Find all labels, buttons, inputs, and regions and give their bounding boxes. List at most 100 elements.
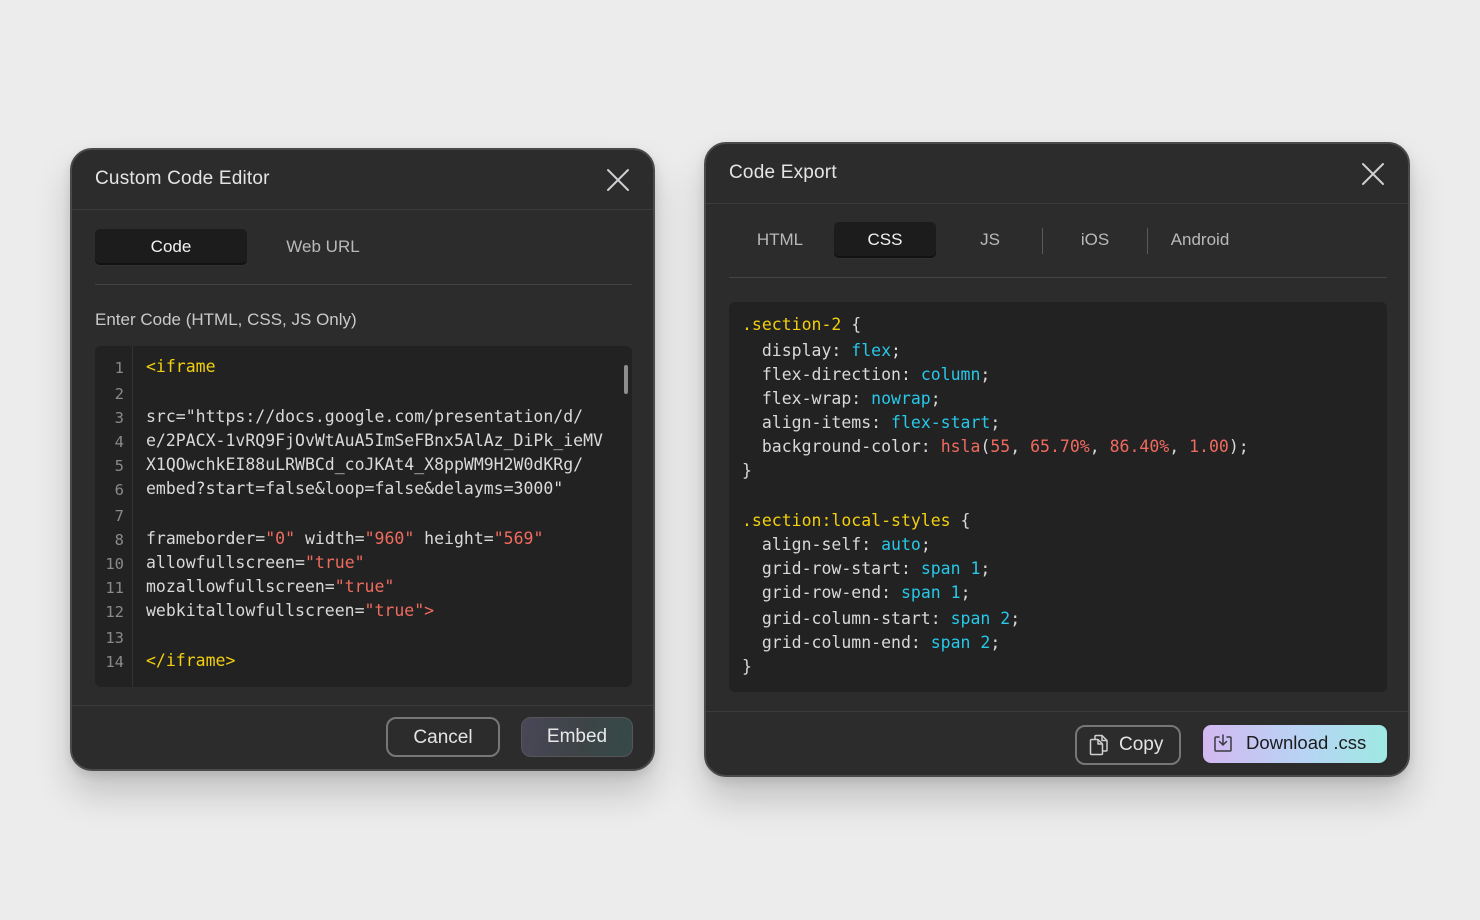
code-token: ;	[930, 389, 941, 408]
code-line: .section:local-styles {	[742, 511, 971, 530]
code-token: allowfullscreen=	[146, 553, 305, 572]
code-token: background-color:	[742, 437, 941, 456]
code-token: frameborder=	[146, 529, 266, 548]
code-token: flex-wrap:	[742, 389, 872, 408]
tab-web-url[interactable]: Web URL	[247, 229, 399, 265]
cancel-button[interactable]: Cancel	[386, 717, 500, 757]
code-scrollbar[interactable]	[624, 365, 628, 394]
custom-code-editor-dialog: Custom Code Editor Code Web URL Enter Co…	[70, 148, 655, 771]
download-css-button[interactable]: Download .css	[1203, 725, 1387, 763]
code-line: align-self: auto;	[742, 535, 931, 554]
line-number: 3	[114, 409, 124, 427]
code-token: width=	[295, 529, 365, 548]
code-token: 65.70%	[1030, 437, 1090, 456]
download-icon	[1214, 734, 1232, 752]
line-number: 10	[105, 555, 124, 573]
code-line: src="https://docs.google.com/presentatio…	[146, 407, 583, 426]
code-token: );	[1228, 437, 1249, 456]
code-token: align-self:	[742, 535, 882, 554]
code-token: nowrap	[871, 389, 931, 408]
editor-title: Custom Code Editor	[95, 168, 270, 189]
code-token: column	[920, 365, 981, 384]
code-token: grid-column-end:	[742, 633, 931, 652]
code-token: ;	[990, 633, 1001, 652]
code-token: "true"	[304, 553, 365, 572]
code-token: (	[980, 437, 991, 456]
code-line: display: flex;	[742, 341, 901, 360]
code-token: .section-2	[742, 315, 842, 334]
code-line: background-color: hsla(55, 65.70%, 86.40…	[742, 437, 1249, 456]
copy-icon	[1089, 734, 1108, 756]
code-token: }	[742, 461, 752, 480]
line-number: 12	[105, 603, 124, 621]
tab-code[interactable]: Code	[95, 229, 247, 265]
tab-ios[interactable]: iOS	[1044, 222, 1146, 258]
download-label: Download .css	[1246, 732, 1367, 753]
code-token: display:	[742, 341, 852, 360]
tab-separator	[1042, 228, 1043, 254]
close-icon	[607, 169, 629, 191]
line-number-gutter: 1 2 3 4 5 6 7 8 10 11 12 13 14	[95, 346, 133, 687]
export-header: Code Export	[706, 144, 1408, 204]
code-token: ;	[960, 583, 971, 602]
code-token: ,	[1169, 437, 1190, 456]
code-token: 86.40%	[1109, 437, 1170, 456]
code-line: frameborder="0" width="960" height="569"	[146, 529, 543, 548]
code-line: </iframe>	[146, 651, 235, 670]
code-line: webkitallowfullscreen="true">	[146, 601, 434, 620]
line-number: 5	[114, 457, 124, 475]
code-token: {	[841, 315, 862, 334]
code-line: e/2PACX-1vRQ9FjOvWtAuA5ImSeFBnx5AlAz_DiP…	[146, 431, 603, 450]
export-footer: Copy Download .css	[706, 711, 1408, 775]
code-token: height=	[414, 529, 494, 548]
code-token: "true">	[364, 601, 435, 620]
code-token: grid-row-start:	[742, 559, 921, 578]
code-token: ;	[1010, 609, 1021, 628]
line-number: 2	[114, 385, 124, 403]
code-token: hsla	[940, 437, 981, 456]
code-token: .section:local-styles	[742, 511, 951, 530]
code-line: grid-column-end: span 2;	[742, 633, 1000, 652]
export-close-button[interactable]	[1360, 161, 1386, 187]
code-token: webkitallowfullscreen=	[146, 601, 365, 620]
code-line: flex-wrap: nowrap;	[742, 389, 941, 408]
editor-tab-bar: Code Web URL	[95, 229, 632, 285]
line-number: 11	[105, 579, 124, 597]
code-line: embed?start=false&loop=false&delayms=300…	[146, 479, 563, 498]
code-token: ;	[980, 559, 991, 578]
code-token: ,	[1089, 437, 1110, 456]
code-token: }	[742, 657, 752, 676]
export-title: Code Export	[729, 162, 837, 183]
code-token: flex	[851, 341, 892, 360]
tab-css[interactable]: CSS	[834, 222, 936, 258]
code-token: "0"	[265, 529, 296, 548]
line-number: 14	[105, 653, 124, 671]
code-line: grid-column-start: span 2;	[742, 609, 1020, 628]
css-code-output[interactable]: .section-2 { display: flex; flex-directi…	[729, 302, 1387, 692]
tab-js[interactable]: JS	[939, 222, 1041, 258]
code-line: grid-row-start: span 1;	[742, 559, 991, 578]
editor-close-button[interactable]	[605, 167, 631, 193]
tab-html[interactable]: HTML	[729, 222, 831, 258]
code-token: ,	[1010, 437, 1031, 456]
code-token: "569"	[493, 529, 544, 548]
line-number: 8	[114, 531, 124, 549]
close-icon	[1362, 163, 1384, 185]
code-token: e/2PACX-1vRQ9FjOvWtAuA5ImSeFBnx5AlAz_DiP…	[146, 431, 603, 450]
export-tab-bar: HTML CSS JS iOS Android	[729, 222, 1387, 278]
code-token: span 1	[900, 583, 961, 602]
editor-header: Custom Code Editor	[72, 150, 653, 210]
code-token: align-items:	[742, 413, 892, 432]
code-line: grid-row-end: span 1;	[742, 583, 971, 602]
code-token: ;	[920, 535, 931, 554]
code-token: mozallowfullscreen=	[146, 577, 335, 596]
code-token: flex-direction:	[742, 365, 921, 384]
code-token: "960"	[364, 529, 415, 548]
code-input-area[interactable]: 1 2 3 4 5 6 7 8 10 11 12 13 14 <iframe src="https://d…	[95, 346, 632, 687]
code-line: X1QOwchkEI88uLRWBCd_coJKAt4_X8ppWM9H2W0d…	[146, 455, 583, 474]
copy-button[interactable]: Copy	[1075, 725, 1181, 765]
code-line: }	[742, 657, 752, 676]
tab-android[interactable]: Android	[1149, 222, 1251, 258]
line-number: 6	[114, 481, 124, 499]
embed-button[interactable]: Embed	[521, 717, 633, 757]
